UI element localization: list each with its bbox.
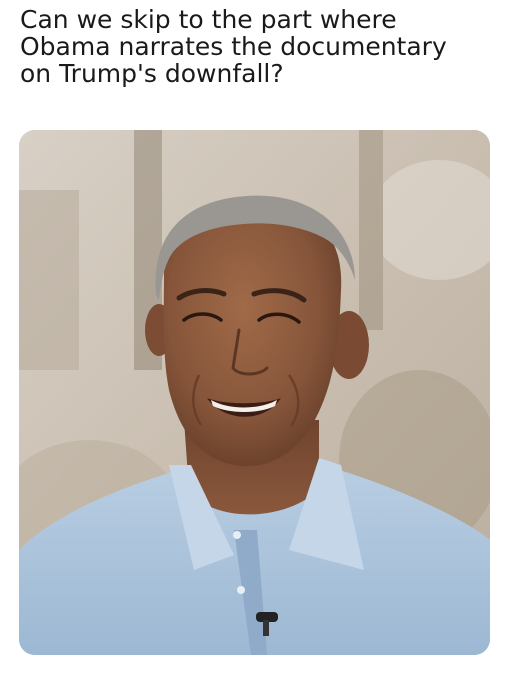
shirt-button <box>237 586 245 594</box>
caption-line-3: on Trump's downfall? <box>20 59 284 88</box>
shirt-button <box>233 531 241 539</box>
portrait-photo <box>19 130 490 655</box>
meme-caption: Can we skip to the part where Obama narr… <box>20 6 500 87</box>
portrait-illustration <box>19 130 490 655</box>
caption-line-1: Can we skip to the part where <box>20 5 397 34</box>
caption-line-2: Obama narrates the documentary <box>20 32 447 61</box>
